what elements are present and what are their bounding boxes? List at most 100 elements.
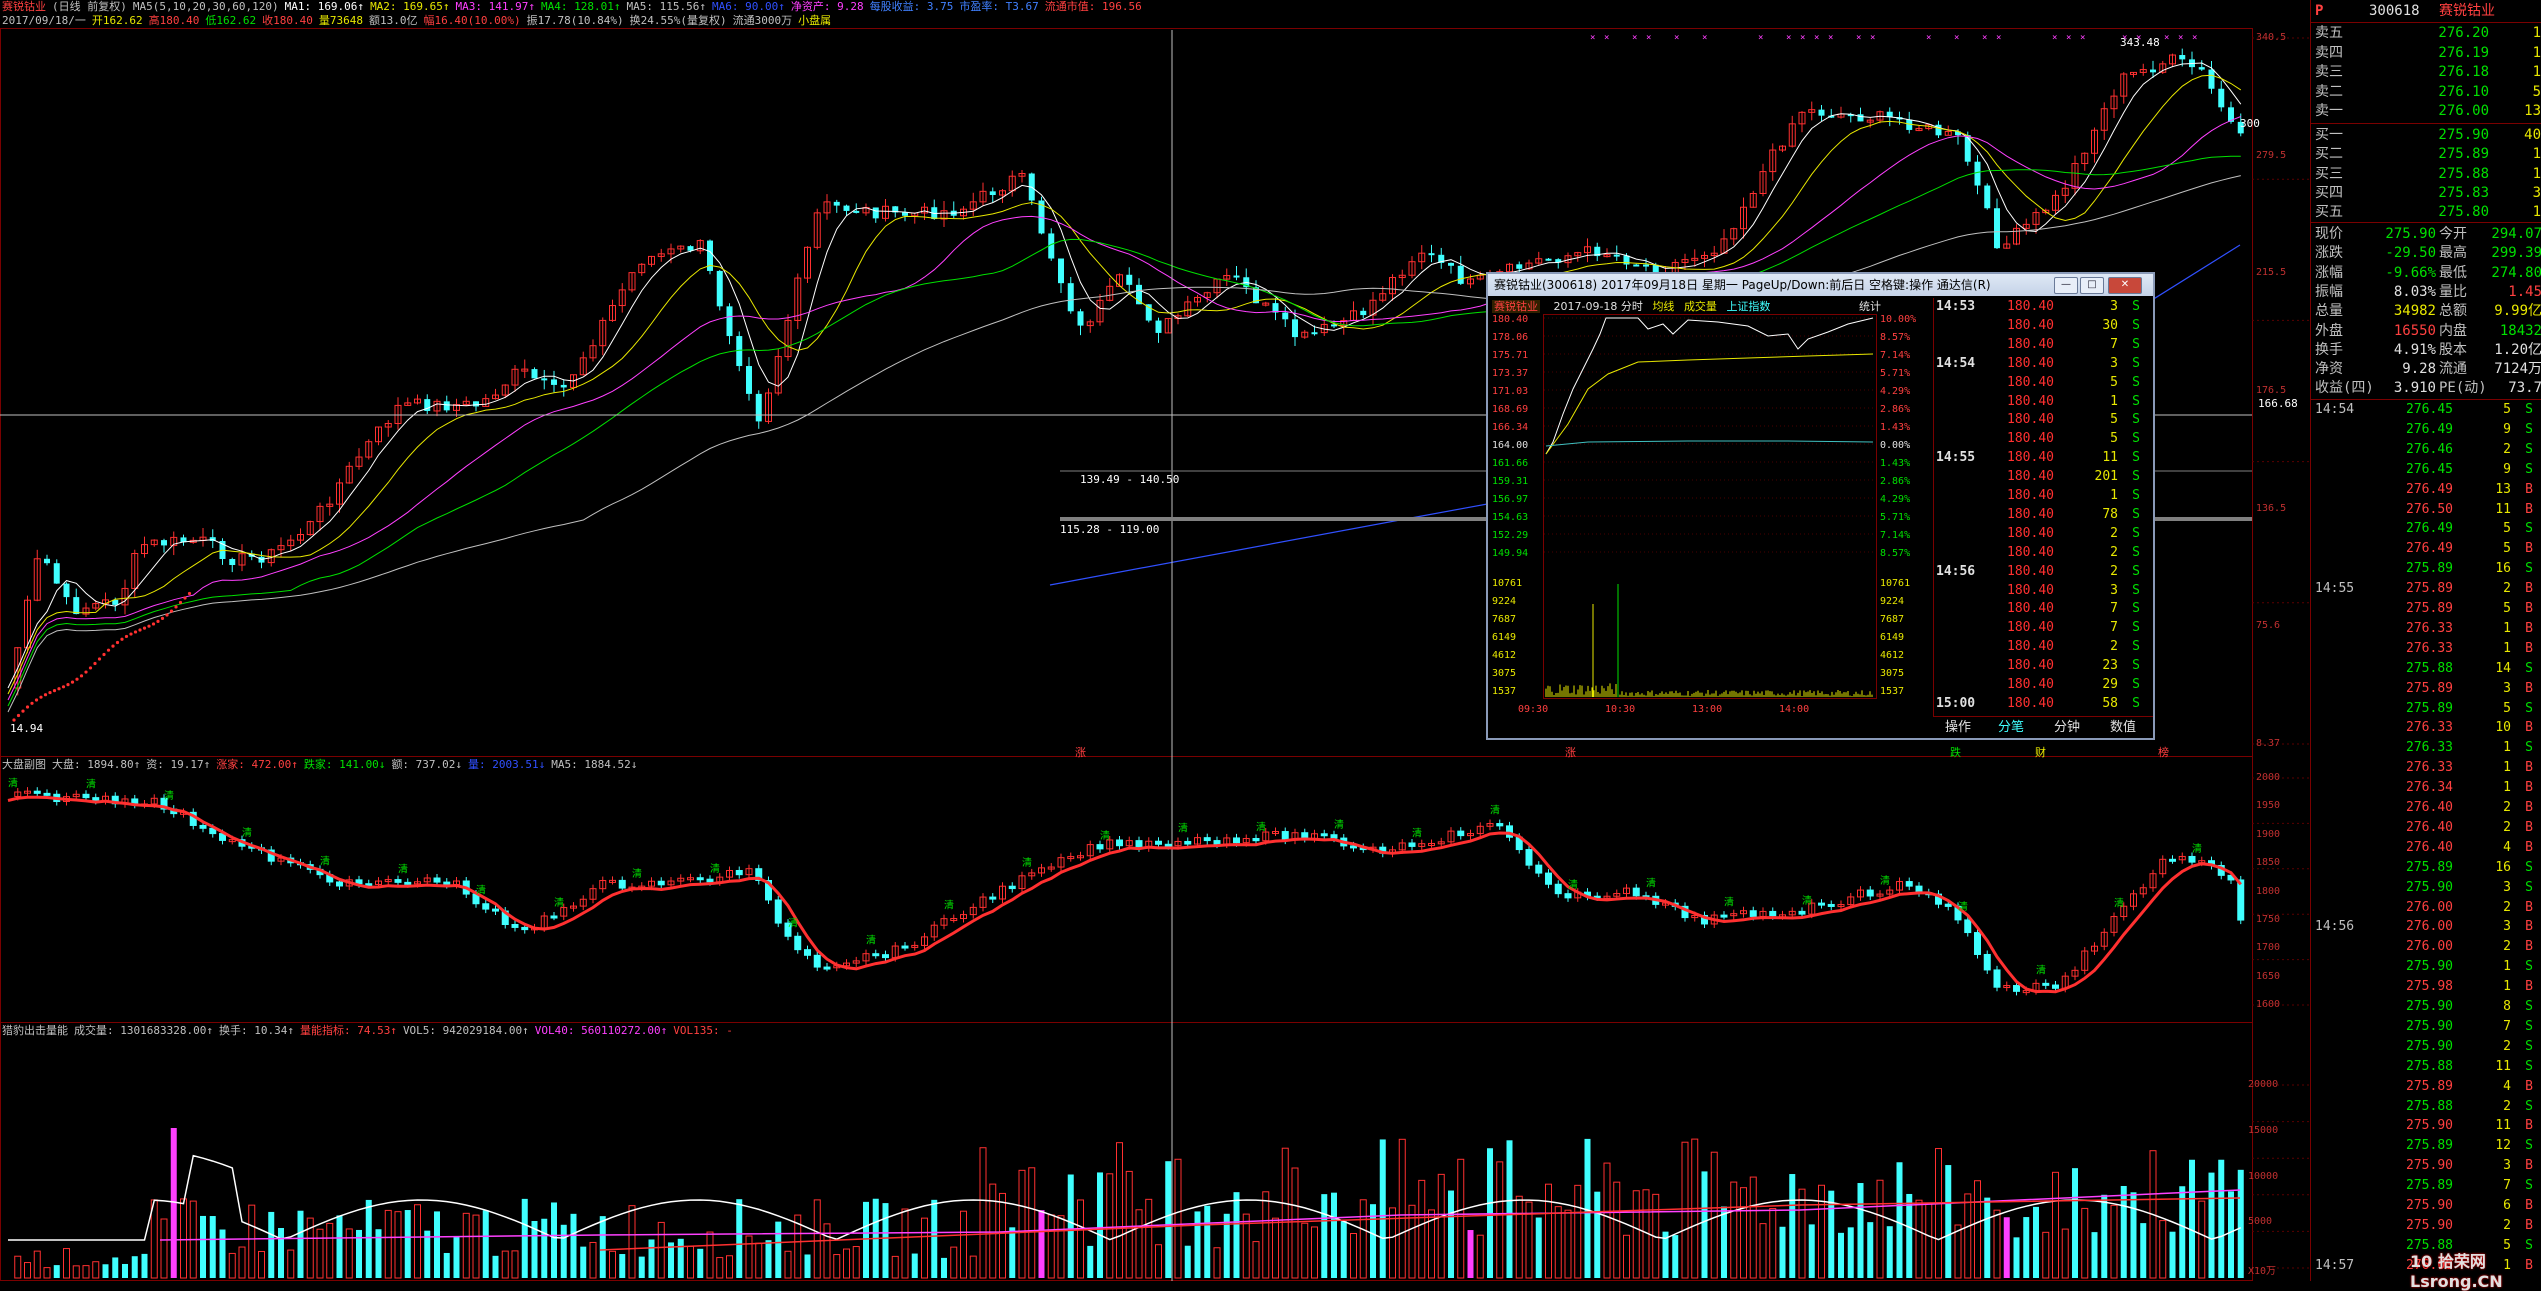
popup-pct-label: 7.14% [1880, 350, 1910, 361]
axis-tick-label: 75.6 [2256, 620, 2281, 632]
candle-body [44, 558, 50, 564]
trail-dot [124, 634, 129, 639]
popup-vol-label: 10761 [1880, 578, 1910, 589]
market-marker: 清 [2036, 963, 2046, 976]
volume-bar [1204, 1205, 1211, 1278]
volume-bar [921, 1217, 928, 1279]
header-item: 市盈率: T3.67 [959, 0, 1039, 13]
trail-dot [160, 616, 165, 620]
tick-price: 180.40 [2007, 374, 2054, 390]
stat-value: 9.99亿 [2494, 303, 2541, 320]
tick-price: 275.90 [2406, 1217, 2453, 1233]
popup-vol-label: 1537 [1492, 686, 1516, 697]
early-trail-markers [12, 591, 192, 722]
popup-index-toggle[interactable]: 上证指数 [1726, 300, 1770, 313]
tick-side: S [2132, 658, 2140, 674]
trail-dot [57, 687, 61, 691]
popup-tabs[interactable]: 操作 分笔 分钟 数值 [1933, 716, 2153, 739]
tick-side: S [2525, 461, 2533, 477]
minimize-icon[interactable]: — [2054, 277, 2078, 294]
tick-price: 180.40 [2007, 431, 2054, 447]
volume-bar [453, 1236, 460, 1278]
stat-row: 振幅 8.03% 量比 1.45 [2311, 283, 2541, 302]
tick-price: 276.34 [2406, 780, 2453, 796]
stat-value: 73.7 [2508, 380, 2541, 397]
stat-value: -29.50 [2385, 245, 2436, 262]
popup-vol-label: 4612 [1880, 650, 1904, 661]
market-candle [2237, 879, 2245, 921]
market-candle [1769, 910, 1777, 917]
tick-side: S [2525, 859, 2533, 875]
tick-side: S [2132, 601, 2140, 617]
volume-bar [1233, 1192, 1240, 1278]
candle-body [1428, 253, 1435, 256]
volume-bar [1701, 1171, 1708, 1278]
volume-bar [1769, 1207, 1777, 1279]
tick-price: 276.33 [2406, 640, 2453, 656]
axis-tick-label: 176.5 [2256, 385, 2287, 396]
tick-price: 275.90 [2406, 1118, 2453, 1134]
volume-bar [1252, 1241, 1260, 1279]
popup-pct-label: 0.00% [1880, 440, 1910, 451]
volume-bar [677, 1238, 684, 1278]
popup-avg-toggle[interactable]: 均线 [1652, 300, 1674, 313]
tick-side: S [2525, 1098, 2533, 1114]
market-candle [872, 953, 880, 957]
volume-bar [1545, 1183, 1552, 1279]
tab-operation[interactable]: 操作 [1933, 717, 1983, 739]
tick-row: 276.49 9 S [2311, 421, 2541, 439]
volume-bar [638, 1256, 645, 1278]
intraday-chart[interactable]: 180.40 10.00% 178.06 8.57% 175.71 7.14% 173.37… [1488, 314, 1933, 734]
market-candle [1116, 839, 1123, 847]
top-marker: × [1828, 33, 1833, 43]
tick-volume: 3 [2503, 1158, 2511, 1174]
popup-pct-label: 5.71% [1880, 512, 1910, 523]
volume-bar [2198, 1200, 2206, 1279]
volume-bar [336, 1215, 343, 1278]
intraday-popup-window[interactable]: 赛锐钴业(300618) 2017年09月18日 星期一 PageUp/Down… [1486, 272, 2155, 740]
market-marker: 清 [1256, 821, 1266, 834]
candle-body [1984, 185, 1991, 209]
quote-panel[interactable]: P 300618 赛锐钴业 卖五 276.20 1 卖四 276.19 1 卖三 276.18… [2310, 0, 2541, 1281]
stat-value: 299.39 [2491, 245, 2541, 262]
candle-body [161, 540, 167, 546]
tick-price: 180.40 [2007, 525, 2054, 541]
tab-minutes[interactable]: 分钟 [2039, 717, 2095, 739]
popup-time-label: 09:30 [1518, 704, 1548, 715]
market-candle [1545, 872, 1552, 885]
market-marker: 清 [1646, 876, 1656, 889]
popup-tick-table[interactable]: 14:53 180.40 3 S 180.40 30 S 180.40 7 S 14:54 180.4… [1933, 298, 2154, 716]
tab-ticks[interactable]: 分笔 [1983, 717, 2039, 739]
tick-volume: 29 [2102, 677, 2118, 692]
popup-titlebar[interactable]: 赛锐钴业(300618) 2017年09月18日 星期一 PageUp/Down… [1488, 274, 2153, 296]
tick-row: 276.40 4 B [2311, 839, 2541, 857]
tick-price: 180.40 [2007, 620, 2054, 636]
market-candle [1905, 881, 1913, 887]
candle-body [1994, 208, 2000, 249]
market-marker: 清 [710, 862, 720, 875]
candle-body [560, 384, 567, 388]
tick-volume: 8 [2503, 999, 2511, 1014]
bid-label: 买一 [2315, 127, 2343, 143]
tick-row: 276.49 5 B [2311, 540, 2541, 558]
popup-stats-button[interactable]: 统计 [1859, 298, 1881, 314]
popup-vol-toggle[interactable]: 成交量 [1684, 300, 1717, 313]
tick-volume: 5 [2503, 402, 2511, 417]
popup-tick-row: 180.40 1 S [1934, 487, 2154, 505]
volume-bar [745, 1235, 753, 1279]
tab-values[interactable]: 数值 [2095, 717, 2151, 739]
header-item: 换手: 10.34↑ [218, 1024, 294, 1037]
close-icon[interactable]: ✕ [2108, 277, 2142, 294]
volume-bar [2003, 1217, 2010, 1278]
bid-volume: 3 [2532, 184, 2541, 201]
popup-tick-row: 14:55 180.40 11 S [1934, 449, 2154, 467]
top-marker: × [1870, 33, 1875, 43]
market-candle [82, 793, 90, 799]
maximize-icon[interactable]: □ [2080, 277, 2104, 294]
volume-bar [1155, 1244, 1162, 1279]
volume-bar [1584, 1138, 1591, 1278]
tick-price: 180.40 [2007, 488, 2054, 503]
kline-chart-area[interactable]: × × × × × × × × × × × × × × × × × × × × × × × × × 清清清清清清清清清清清清清清清… [0, 0, 2310, 1281]
stat-value: 275.90 [2385, 226, 2436, 242]
market-candle [1496, 823, 1504, 827]
